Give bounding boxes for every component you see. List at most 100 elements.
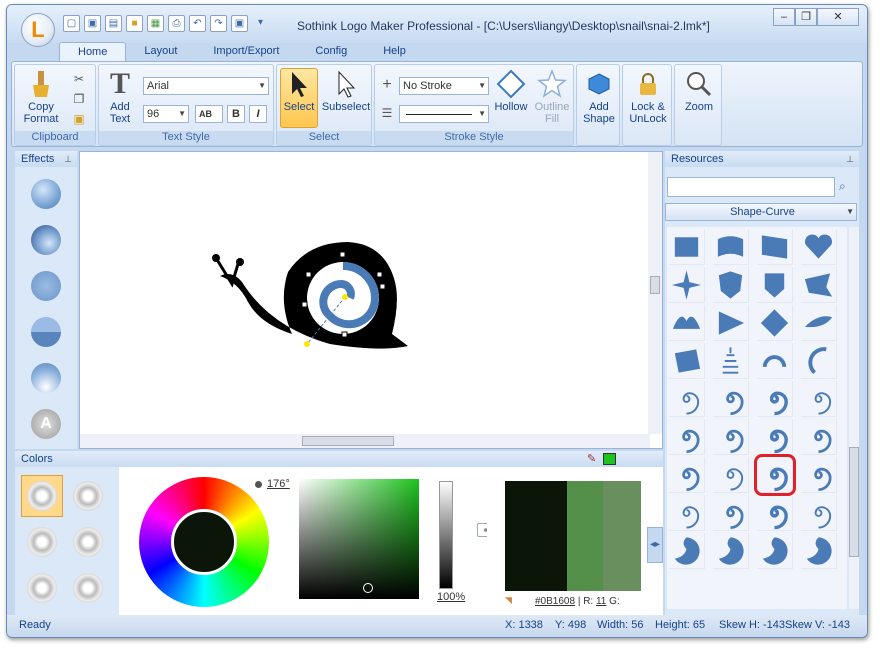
shape-thumbnail[interactable] bbox=[801, 267, 837, 303]
eyedropper-icon[interactable]: ✎ bbox=[587, 451, 596, 467]
lock-unlock-button[interactable]: Lock & UnLock bbox=[625, 69, 671, 125]
pin-icon[interactable]: ⊥ bbox=[64, 151, 72, 167]
shape-thumbnail[interactable] bbox=[713, 305, 749, 341]
zoom-button[interactable]: Zoom bbox=[677, 69, 721, 113]
shape-thumbnail[interactable] bbox=[801, 533, 837, 569]
brightness-value[interactable]: 100% bbox=[437, 591, 465, 603]
shape-thumbnail[interactable] bbox=[801, 495, 837, 531]
hex-value[interactable]: #0B1608 bbox=[535, 596, 575, 607]
shape-thumbnail[interactable] bbox=[757, 305, 793, 341]
gallery-scrollbar[interactable] bbox=[849, 227, 859, 609]
shape-thumbnail-selected[interactable] bbox=[754, 454, 796, 496]
swatch-arrow-icon[interactable]: ◥ bbox=[505, 595, 512, 606]
canvas-vertical-scrollbar[interactable] bbox=[648, 152, 662, 434]
shape-thumbnail[interactable] bbox=[669, 533, 705, 569]
canvas-horizontal-scrollbar[interactable] bbox=[80, 434, 650, 448]
tab-home[interactable]: Home bbox=[59, 42, 127, 62]
restore-icon[interactable]: ❐ bbox=[795, 8, 817, 26]
save-icon[interactable]: ▣ bbox=[84, 15, 101, 32]
color-mode-icon[interactable] bbox=[27, 573, 57, 603]
folder-icon[interactable]: ■ bbox=[126, 15, 143, 32]
shape-thumbnail[interactable] bbox=[757, 495, 793, 531]
search-icon[interactable]: ⌕ bbox=[839, 179, 846, 194]
picker-crosshair[interactable] bbox=[363, 583, 373, 593]
undo-icon[interactable]: ↶ bbox=[189, 15, 206, 32]
hollow-button[interactable]: Hollow bbox=[491, 69, 531, 113]
new-icon[interactable]: ▢ bbox=[63, 15, 80, 32]
export-icon[interactable]: ▦ bbox=[147, 15, 164, 32]
shape-thumbnail[interactable] bbox=[713, 267, 749, 303]
shape-thumbnail[interactable] bbox=[669, 267, 705, 303]
color-mode-icon[interactable] bbox=[73, 573, 103, 603]
shape-thumbnail[interactable] bbox=[801, 381, 837, 417]
panel-toggle-icon[interactable]: ◂▸ bbox=[647, 527, 663, 563]
color-mode-icon[interactable] bbox=[73, 481, 103, 511]
subselect-button[interactable]: Subselect bbox=[321, 69, 371, 113]
redo-icon[interactable]: ↷ bbox=[210, 15, 227, 32]
effect-gloss[interactable] bbox=[31, 179, 61, 209]
text-effect-a-icon[interactable]: A bbox=[31, 409, 61, 439]
open-icon[interactable]: ▤ bbox=[105, 15, 122, 32]
line-style-icon[interactable]: ☰ bbox=[379, 105, 395, 121]
effect-flat[interactable] bbox=[31, 271, 61, 301]
hue-value[interactable]: 176° bbox=[267, 478, 290, 490]
print-icon[interactable]: ⎙ bbox=[168, 15, 185, 32]
tab-config[interactable]: Config bbox=[297, 42, 365, 62]
scroll-thumb[interactable] bbox=[849, 447, 859, 557]
pin-icon[interactable]: ⊥ bbox=[846, 151, 854, 167]
saturation-value-picker[interactable] bbox=[299, 479, 419, 599]
scroll-thumb[interactable] bbox=[650, 276, 660, 294]
shape-thumbnail[interactable] bbox=[801, 457, 837, 493]
stroke-select[interactable]: No Stroke ▼ bbox=[399, 77, 489, 95]
italic-button[interactable]: I bbox=[249, 105, 267, 123]
add-text-button[interactable]: T Add Text bbox=[103, 67, 137, 125]
font-size-select[interactable]: 96 ▼ bbox=[143, 105, 189, 123]
scroll-thumb[interactable] bbox=[302, 436, 394, 446]
shape-thumbnail[interactable] bbox=[669, 305, 705, 341]
font-select[interactable]: Arial ▼ bbox=[143, 77, 269, 95]
line-style-select[interactable]: ▼ bbox=[399, 105, 489, 123]
tab-import-export[interactable]: Import/Export bbox=[195, 42, 297, 62]
shape-thumbnail[interactable] bbox=[757, 267, 793, 303]
minimize-icon[interactable]: – bbox=[773, 8, 795, 26]
save-as-icon[interactable]: ▣ bbox=[231, 15, 248, 32]
stroke-plus-icon[interactable]: + bbox=[379, 77, 395, 93]
brightness-slider[interactable] bbox=[439, 481, 453, 589]
tab-help[interactable]: Help bbox=[365, 42, 424, 62]
text-direction-button[interactable]: AB bbox=[195, 105, 223, 123]
swatch-original[interactable] bbox=[505, 481, 567, 591]
cut-icon[interactable]: ✂ bbox=[71, 71, 87, 87]
color-mode-icon[interactable] bbox=[27, 527, 57, 557]
shape-thumbnail[interactable] bbox=[713, 495, 749, 531]
shape-thumbnail[interactable] bbox=[713, 381, 749, 417]
shape-thumbnail[interactable] bbox=[713, 533, 749, 569]
resource-category-select[interactable]: Shape-Curve ▼ bbox=[665, 203, 857, 221]
effect-reflect[interactable] bbox=[31, 363, 61, 393]
shape-thumbnail[interactable] bbox=[801, 343, 837, 379]
shape-thumbnail[interactable] bbox=[713, 419, 749, 455]
add-shape-button[interactable]: Add Shape bbox=[579, 69, 619, 125]
r-value[interactable]: 11 bbox=[596, 596, 606, 607]
shape-thumbnail[interactable] bbox=[757, 419, 793, 455]
shape-thumbnail[interactable] bbox=[669, 457, 705, 493]
shape-thumbnail[interactable] bbox=[801, 229, 837, 265]
copy-format-button[interactable]: Copy Format bbox=[19, 69, 63, 125]
tab-layout[interactable]: Layout bbox=[126, 42, 195, 62]
copy-icon[interactable]: ❐ bbox=[71, 91, 87, 107]
swatch-mid[interactable] bbox=[567, 481, 603, 591]
shape-thumbnail[interactable] bbox=[757, 229, 793, 265]
shape-thumbnail[interactable] bbox=[801, 419, 837, 455]
effect-split[interactable] bbox=[31, 317, 61, 347]
hue-wheel[interactable] bbox=[139, 477, 269, 607]
design-canvas[interactable] bbox=[79, 151, 663, 449]
shape-thumbnail[interactable] bbox=[713, 229, 749, 265]
shape-thumbnail[interactable] bbox=[669, 229, 705, 265]
shape-thumbnail[interactable] bbox=[757, 533, 793, 569]
color-mode-icon[interactable] bbox=[73, 527, 103, 557]
shape-thumbnail[interactable] bbox=[801, 305, 837, 341]
shape-thumbnail[interactable] bbox=[669, 419, 705, 455]
app-menu-button[interactable]: L bbox=[21, 13, 55, 47]
outline-fill-button[interactable]: Outline Fill bbox=[531, 69, 573, 125]
effect-bevel[interactable] bbox=[31, 225, 61, 255]
snail-logo[interactable] bbox=[80, 152, 650, 434]
